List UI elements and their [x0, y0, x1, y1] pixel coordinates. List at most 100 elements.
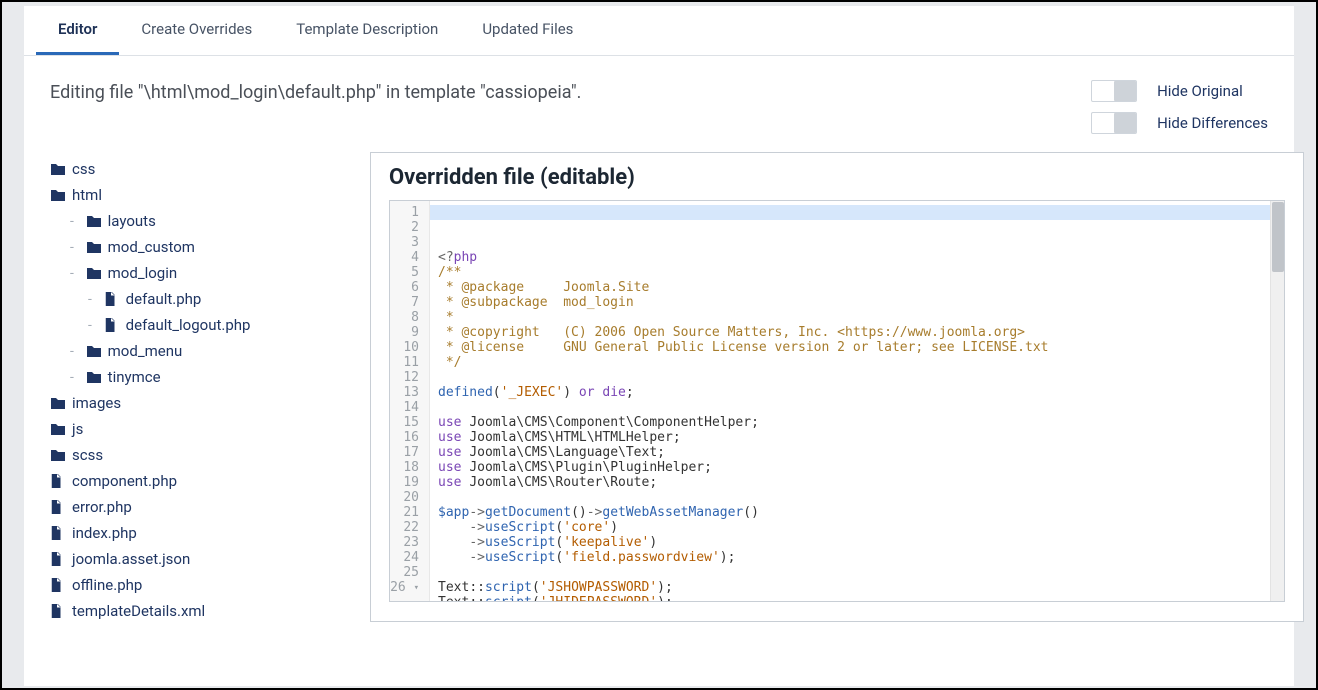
code-line-23[interactable]: Text::script('JSHOWPASSWORD'); — [438, 580, 1276, 595]
folder-mod-menu[interactable]: - mod_menu — [50, 338, 350, 364]
code-line-20[interactable]: ->useScript('keepalive') — [438, 535, 1276, 550]
code-line-24[interactable]: Text::script('JHIDEPASSWORD'); — [438, 595, 1276, 602]
tab-editor[interactable]: Editor — [36, 6, 119, 55]
code-line-6[interactable]: * @copyright (C) 2006 Open Source Matter… — [438, 325, 1276, 340]
code-line-11[interactable] — [438, 400, 1276, 415]
folder-icon — [86, 370, 102, 384]
tree-item-label: mod_login — [108, 264, 178, 282]
code-line-19[interactable]: ->useScript('core') — [438, 520, 1276, 535]
folder-scss[interactable]: scss — [50, 442, 350, 468]
code-line-9[interactable] — [438, 370, 1276, 385]
tree-item-label: default.php — [126, 290, 202, 308]
file-icon — [50, 500, 66, 514]
gutter-line-9: 9 — [390, 325, 423, 340]
gutter-line-12: 12 — [390, 370, 423, 385]
file-default-php[interactable]: - default.php — [50, 286, 350, 312]
folder-tinymce[interactable]: - tinymce — [50, 364, 350, 390]
gutter-line-23: 23 — [390, 535, 423, 550]
editing-file-title: Editing file "\html\mod_login\default.ph… — [50, 80, 581, 134]
toggle-label: Hide Original — [1157, 82, 1243, 100]
folder-css[interactable]: css — [50, 156, 350, 182]
file-icon — [50, 526, 66, 540]
file-joomla-asset-json[interactable]: joomla.asset.json — [50, 546, 350, 572]
code-line-4[interactable]: * @subpackage mod_login — [438, 295, 1276, 310]
tree-item-label: scss — [72, 446, 103, 464]
tree-item-label: mod_menu — [108, 342, 183, 360]
code-line-15[interactable]: use Joomla\CMS\Plugin\PluginHelper; — [438, 460, 1276, 475]
folder-icon — [86, 214, 102, 228]
gutter-line-19: 19 — [390, 475, 423, 490]
folder-icon — [50, 188, 66, 202]
folder-mod-custom[interactable]: - mod_custom — [50, 234, 350, 260]
gutter-line-6: 6 — [390, 280, 423, 295]
tab-updated-files[interactable]: Updated Files — [460, 6, 595, 55]
code-lines[interactable]: <?php/** * @package Joomla.Site * @subpa… — [430, 201, 1284, 601]
tab-template-description[interactable]: Template Description — [274, 6, 460, 55]
gutter-line-2: 2 — [390, 220, 423, 235]
code-line-18[interactable]: $app->getDocument()->getWebAssetManager(… — [438, 505, 1276, 520]
gutter-line-24: 24 — [390, 550, 423, 565]
file-icon — [104, 318, 120, 332]
file-default-logout-php[interactable]: - default_logout.php — [50, 312, 350, 338]
toggle-row-hide-differences: Hide Differences — [1091, 112, 1268, 134]
folder-icon — [50, 162, 66, 176]
tree-item-label: layouts — [108, 212, 156, 230]
active-line-highlight — [430, 205, 1284, 220]
tree-item-label: html — [72, 186, 102, 204]
toggle-hide-original[interactable] — [1091, 80, 1137, 102]
gutter-line-10: 10 — [390, 340, 423, 355]
tree-item-label: joomla.asset.json — [72, 550, 190, 568]
tree-item-label: mod_custom — [108, 238, 195, 256]
file-icon — [104, 292, 120, 306]
file-icon — [50, 578, 66, 592]
code-line-5[interactable]: * — [438, 310, 1276, 325]
code-line-8[interactable]: */ — [438, 355, 1276, 370]
toggle-hide-differences[interactable] — [1091, 112, 1137, 134]
code-line-3[interactable]: * @package Joomla.Site — [438, 280, 1276, 295]
tab-create-overrides[interactable]: Create Overrides — [119, 6, 274, 55]
folder-mod-login[interactable]: - mod_login — [50, 260, 350, 286]
folder-icon — [50, 448, 66, 462]
code-editor[interactable]: 1234567891011121314151617181920212223242… — [389, 200, 1285, 602]
tabs: EditorCreate OverridesTemplate Descripti… — [24, 6, 1294, 56]
code-line-7[interactable]: * @license GNU General Public License ve… — [438, 340, 1276, 355]
gutter-line-11: 11 — [390, 355, 423, 370]
code-line-12[interactable]: use Joomla\CMS\Component\ComponentHelper… — [438, 415, 1276, 430]
tree-item-label: default_logout.php — [126, 316, 251, 334]
code-line-16[interactable]: use Joomla\CMS\Router\Route; — [438, 475, 1276, 490]
gutter-line-15: 15 — [390, 415, 423, 430]
file-offline-php[interactable]: offline.php — [50, 572, 350, 598]
code-line-13[interactable]: use Joomla\CMS\HTML\HTMLHelper; — [438, 430, 1276, 445]
folder-html[interactable]: html — [50, 182, 350, 208]
code-line-17[interactable] — [438, 490, 1276, 505]
file-component-php[interactable]: component.php — [50, 468, 350, 494]
code-line-14[interactable]: use Joomla\CMS\Language\Text; — [438, 445, 1276, 460]
folder-images[interactable]: images — [50, 390, 350, 416]
file-error-php[interactable]: error.php — [50, 494, 350, 520]
folder-layouts[interactable]: - layouts — [50, 208, 350, 234]
tree-item-label: js — [72, 420, 83, 438]
gutter-line-25: 25 — [390, 565, 423, 580]
gutter-line-17: 17 — [390, 445, 423, 460]
gutter-line-14: 14 — [390, 400, 423, 415]
code-line-1[interactable]: <?php — [438, 250, 1276, 265]
tree-item-label: tinymce — [108, 368, 161, 386]
file-icon — [50, 604, 66, 618]
code-line-10[interactable]: defined('_JEXEC') or die; — [438, 385, 1276, 400]
tree-item-label: index.php — [72, 524, 137, 542]
code-line-21[interactable]: ->useScript('field.passwordview'); — [438, 550, 1276, 565]
gutter-line-22: 22 — [390, 520, 423, 535]
file-tree: csshtml- layouts- mod_custom- mod_login-… — [50, 152, 350, 624]
gutter-line-8: 8 — [390, 310, 423, 325]
file-index-php[interactable]: index.php — [50, 520, 350, 546]
tree-item-label: css — [72, 160, 95, 178]
folder-js[interactable]: js — [50, 416, 350, 442]
gutter-line-7: 7 — [390, 295, 423, 310]
code-line-2[interactable]: /** — [438, 265, 1276, 280]
gutter-line-13: 13 — [390, 385, 423, 400]
file-templatedetails-xml[interactable]: templateDetails.xml — [50, 598, 350, 624]
gutter-line-21: 21 — [390, 505, 423, 520]
code-line-22[interactable] — [438, 565, 1276, 580]
editor-title: Overridden file (editable) — [389, 165, 1285, 190]
tree-item-label: images — [72, 394, 121, 412]
